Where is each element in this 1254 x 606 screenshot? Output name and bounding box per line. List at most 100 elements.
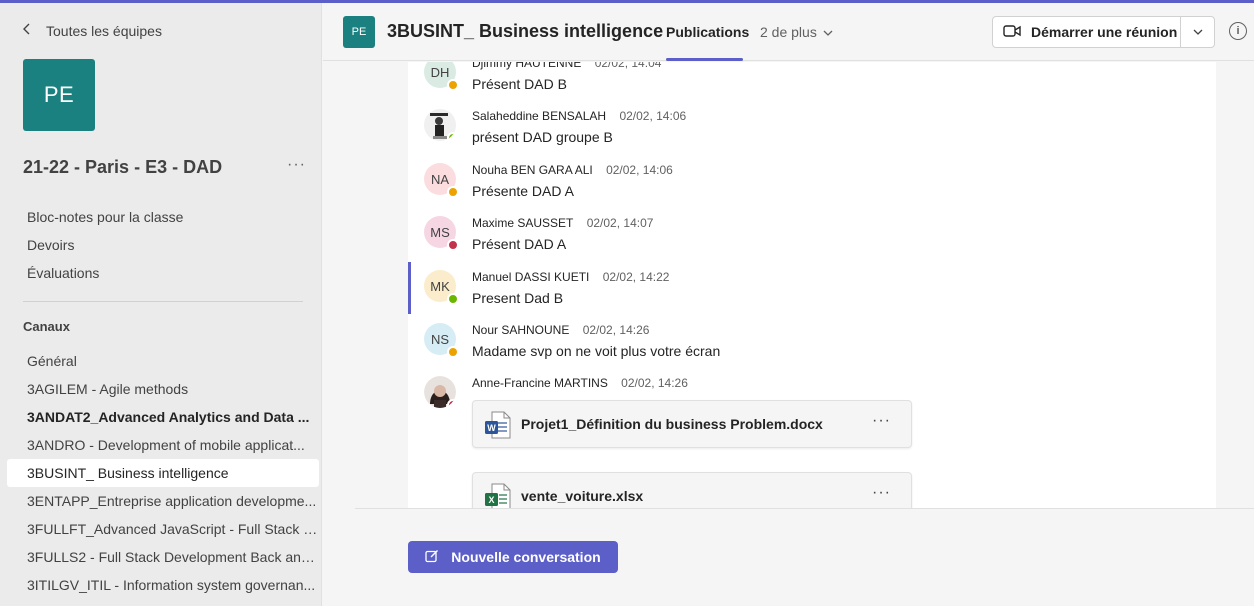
message-meta: Maxime SAUSSET 02/02, 14:07 [472,216,653,230]
message-text: Présent DAD A [472,236,567,252]
message-meta: Manuel DASSI KUETI 02/02, 14:22 [472,270,669,284]
avatar[interactable]: NA [424,163,459,198]
status-available-icon [447,132,456,141]
file-more-options-button[interactable]: ··· [872,412,891,430]
message-meta: Salaheddine BENSALAH 02/02, 14:06 [472,109,686,123]
start-meeting-label: Démarrer une réunion [1031,24,1178,40]
svg-text:W: W [487,423,496,433]
author-name: Manuel DASSI KUETI [472,270,590,284]
conversation-feed: DH Djimmy HAUTENNE 02/02, 14:04 Présent … [408,62,1216,508]
message-text: Présente DAD A [472,183,574,199]
message-post[interactable]: Salaheddine BENSALAH 02/02, 14:06 présen… [408,109,1216,163]
author-name: Salaheddine BENSALAH [472,109,607,123]
info-icon[interactable]: i [1229,22,1247,40]
avatar[interactable] [424,109,456,141]
status-available-icon [447,293,459,305]
channel-item-3fullft[interactable]: 3FULLFT_Advanced JavaScript - Full Stack… [7,515,319,543]
active-tab-indicator [666,58,743,61]
chevron-down-icon [1193,23,1203,41]
channel-item-3andat2[interactable]: 3ANDAT2_Advanced Analytics and Data ... [7,403,319,431]
timestamp: 02/02, 14:04 [594,62,662,70]
svg-text:X: X [488,495,494,505]
video-camera-icon [1003,24,1021,41]
avatar[interactable]: MS [424,216,459,251]
back-to-teams-link[interactable]: Toutes les équipes [22,22,162,39]
avatar-initials: NS [430,331,450,347]
channel-item-3fulls2[interactable]: 3FULLS2 - Full Stack Development Back an… [7,543,319,571]
channel-item-3busint[interactable]: 3BUSINT_ Business intelligence [7,459,319,487]
team-more-options-button[interactable]: ··· [287,156,306,174]
tab-more-dropdown[interactable]: 2 de plus [760,3,833,61]
message-post[interactable]: DH Djimmy HAUTENNE 02/02, 14:04 Présent … [408,62,1216,110]
tab-publications[interactable]: Publications [666,3,749,61]
channel-item-3entapp[interactable]: 3ENTAPP_Entreprise application developme… [7,487,319,515]
team-avatar: PE [23,59,95,131]
status-busy-icon [447,399,456,408]
status-away-icon [447,79,459,91]
team-name: 21-22 - Paris - E3 - DAD [23,157,223,177]
author-name: Djimmy HAUTENNE [472,62,582,70]
channel-header: PE 3BUSINT_ Business intelligence Public… [323,3,1254,61]
message-post[interactable]: NA Nouha BEN GARA ALI 02/02, 14:06 Prése… [408,163,1216,217]
new-conversation-label: Nouvelle conversation [451,549,601,565]
timestamp: 02/02, 14:22 [602,270,670,284]
meeting-options-dropdown[interactable] [1181,17,1214,47]
avatar[interactable] [424,376,456,408]
message-post[interactable]: MS Maxime SAUSSET 02/02, 14:07 Présent D… [408,216,1216,270]
chevron-left-icon [22,22,32,39]
message-meta: Anne-Francine MARTINS 02/02, 14:26 [472,376,688,390]
message-post[interactable]: NS Nour SAHNOUNE 02/02, 14:26 Madame svp… [408,323,1216,377]
timestamp: 02/02, 14:06 [619,109,687,123]
author-name: Anne-Francine MARTINS [472,376,608,390]
author-name: Nouha BEN GARA ALI [472,163,593,177]
status-away-icon [447,346,459,358]
file-attachment[interactable]: X vente_voiture.xlsx ··· [472,472,912,508]
tab-more-label: 2 de plus [760,24,817,40]
message-meta: Nouha BEN GARA ALI 02/02, 14:06 [472,163,673,177]
status-away-icon [447,186,459,198]
link-assignments[interactable]: Devoirs [27,235,183,263]
channel-title: 3BUSINT_ Business intelligence [387,21,664,41]
author-name: Nour SAHNOUNE [472,323,570,337]
channel-item-general[interactable]: Général [7,347,319,375]
message-meta: Nour SAHNOUNE 02/02, 14:26 [472,323,649,337]
message-meta: Djimmy HAUTENNE 02/02, 14:04 [472,62,661,70]
link-class-notebook[interactable]: Bloc-notes pour la classe [27,207,183,235]
channel-list: Général 3AGILEM - Agile methods 3ANDAT2_… [7,347,319,599]
start-meeting-control: Démarrer une réunion [992,16,1215,48]
message-text: Madame svp on ne voit plus votre écran [472,343,721,359]
message-post[interactable]: Anne-Francine MARTINS 02/02, 14:26 W Pro… [408,376,1216,508]
link-grades[interactable]: Évaluations [27,263,183,291]
avatar[interactable]: DH [424,62,459,91]
team-links: Bloc-notes pour la classe Devoirs Évalua… [27,207,183,291]
avatar[interactable]: NS [424,323,459,358]
channel-item-3andro[interactable]: 3ANDRO - Development of mobile applicat.… [7,431,319,459]
back-label: Toutes les équipes [46,22,162,39]
channel-item-3agilem[interactable]: 3AGILEM - Agile methods [7,375,319,403]
chevron-down-icon [823,3,833,61]
file-more-options-button[interactable]: ··· [872,484,891,502]
message-text: Present Dad B [472,290,564,306]
timestamp: 02/02, 14:07 [586,216,654,230]
timestamp: 02/02, 14:06 [606,163,673,177]
excel-icon: X [485,483,511,508]
new-conversation-button[interactable]: Nouvelle conversation [408,541,618,573]
avatar-initials: MK [430,278,450,294]
compose-icon [425,549,439,566]
file-attachment[interactable]: W Projet1_Définition du business Problem… [472,400,912,448]
compose-divider [355,508,1254,509]
sidebar: Toutes les équipes PE 21-22 - Paris - E3… [0,3,322,606]
timestamp: 02/02, 14:26 [582,323,650,337]
team-avatar-small: PE [343,16,375,48]
start-meeting-button[interactable]: Démarrer une réunion [993,17,1182,47]
avatar[interactable]: MK [424,270,459,305]
file-name[interactable]: Projet1_Définition du business Problem.d… [521,416,823,432]
avatar-initials: MS [430,224,450,240]
timestamp: 02/02, 14:26 [621,376,688,390]
message-text: Présent DAD B [472,76,567,92]
file-name[interactable]: vente_voiture.xlsx [521,488,643,504]
channel-item-3itilgv[interactable]: 3ITILGV_ITIL - Information system govern… [7,571,319,599]
channels-heading: Canaux [23,319,70,334]
message-post-highlighted[interactable]: MK Manuel DASSI KUETI 02/02, 14:22 Prese… [408,262,1216,324]
avatar-initials: DH [430,64,450,80]
